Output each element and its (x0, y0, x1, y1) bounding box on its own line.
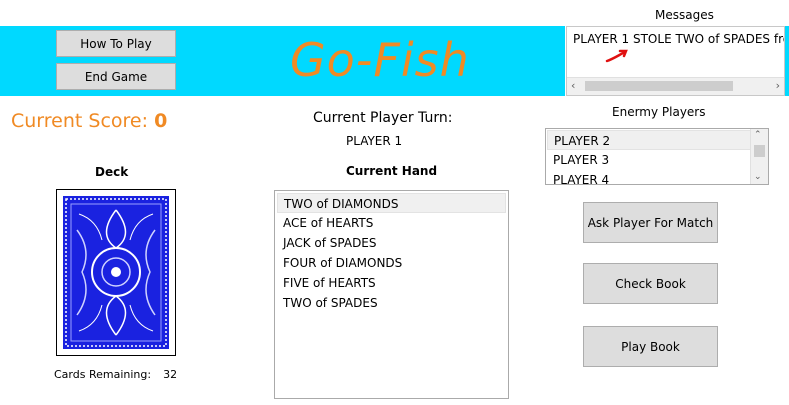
header-banner-edge (785, 26, 789, 96)
cards-remaining: Cards Remaining: 32 (54, 368, 177, 381)
scroll-left-icon[interactable]: ‹ (571, 79, 575, 92)
end-game-button[interactable]: End Game (56, 63, 176, 90)
current-score: Current Score: 0 (11, 110, 167, 132)
enemy-players-label: Enermy Players (612, 105, 706, 119)
hand-card-item[interactable]: ACE of HEARTS (277, 213, 506, 233)
hand-list[interactable]: TWO of DIAMONDS ACE of HEARTS JACK of SP… (274, 190, 509, 399)
scroll-right-icon[interactable]: › (776, 79, 780, 92)
enemy-player-item[interactable]: PLAYER 4 (547, 170, 767, 184)
enemy-player-item[interactable]: PLAYER 2 (547, 130, 752, 150)
messages-box[interactable]: PLAYER 1 STOLE TWO of SPADES from PLAYER… (566, 26, 785, 96)
enemy-player-item[interactable]: PLAYER 3 (547, 150, 767, 170)
deck-label: Deck (95, 165, 129, 179)
hand-card-item[interactable]: TWO of SPADES (277, 293, 506, 313)
check-book-button[interactable]: Check Book (583, 263, 718, 304)
hand-card-item[interactable]: FOUR of DIAMONDS (277, 253, 506, 273)
scroll-up-icon[interactable]: ⌃ (754, 130, 762, 140)
game-title-logo: Go-Fish (290, 33, 470, 87)
score-label: Current Score: (11, 110, 149, 132)
turn-player: PLAYER 1 (346, 134, 403, 148)
hand-card-item[interactable]: FIVE of HEARTS (277, 273, 506, 293)
enemy-players-list[interactable]: PLAYER 2 PLAYER 3 PLAYER 4 ⌃ ⌄ (545, 128, 769, 185)
scrollbar-thumb[interactable] (754, 145, 765, 157)
messages-label: Messages (655, 8, 714, 22)
card-back-image (63, 196, 169, 349)
enemy-list-scrollbar[interactable]: ⌃ ⌄ (750, 129, 768, 184)
ask-player-for-match-button[interactable]: Ask Player For Match (583, 202, 718, 243)
cards-remaining-value: 32 (163, 368, 178, 381)
messages-horizontal-scrollbar[interactable]: ‹ › (567, 77, 784, 95)
scrollbar-thumb[interactable] (585, 81, 733, 91)
message-text: PLAYER 1 STOLE TWO of SPADES from PLAYER… (573, 32, 784, 46)
scroll-down-icon[interactable]: ⌄ (754, 172, 762, 182)
deck-card-back[interactable] (56, 189, 176, 356)
score-value: 0 (154, 110, 168, 132)
cards-remaining-label: Cards Remaining: (54, 368, 152, 381)
cursor-arrow-icon (605, 49, 628, 63)
turn-label: Current Player Turn: (313, 110, 453, 126)
hand-card-item[interactable]: TWO of DIAMONDS (277, 193, 506, 213)
hand-card-item[interactable]: JACK of SPADES (277, 233, 506, 253)
current-hand-label: Current Hand (346, 164, 438, 178)
how-to-play-button[interactable]: How To Play (56, 30, 176, 57)
play-book-button[interactable]: Play Book (583, 326, 718, 367)
